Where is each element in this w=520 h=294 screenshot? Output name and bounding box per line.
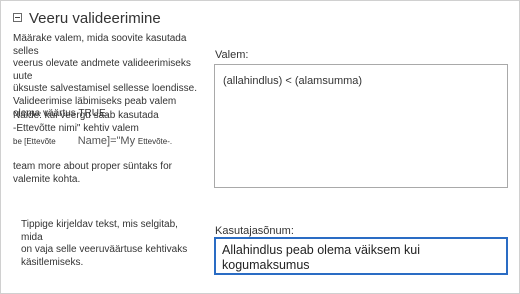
section-title: Veeru valideerimine [29,10,161,27]
example-line: Näide: kui veergu saab kasutada [13,110,159,121]
description-line: üksuste salvestamisel sellesse loendisse… [13,83,197,94]
learn-more-line: team more about proper süntaks for [13,161,172,172]
example-suffix: Ettevõte-. [137,137,173,146]
example-prefix: be [Ettevõte [13,137,56,146]
learn-more-text: team more about proper süntaks for valem… [13,161,208,186]
column-validation-panel: Veeru valideerimine Määrake valem, mida … [0,0,520,294]
example-formula: Name]="My [77,135,136,147]
message-hint: Tippige kirjeldav tekst, mis selgitab, m… [21,219,201,269]
message-hint-line: on vaja selle veeruväärtuse kehtivaks [21,244,188,255]
message-hint-line: käsitlemiseks. [21,256,84,268]
example-line: be [Ettevõte Name]="My Ettevõte-. [13,135,208,149]
collapse-minus-icon[interactable] [13,13,22,22]
message-hint-line: Tippige kirjeldav tekst, mis selgitab, m… [21,219,178,243]
user-message-label: Kasutajasõnum: [215,225,294,237]
formula-label: Valem: [215,49,249,61]
user-message-input[interactable]: Allahindlus peab olema väiksem kui kogum… [214,237,508,275]
description-line: Valideerimise läbimiseks peab valem [13,95,177,107]
example-text: Näide: kui veergu saab kasutada -Ettevõt… [13,110,208,149]
formula-input[interactable]: (allahindlus) < (alamsumma) [214,64,508,188]
learn-more-line: valemite kohta. [13,173,81,185]
description-line: Määrake valem, mida soovite kasutada sel… [13,33,187,57]
formula-description: Määrake valem, mida soovite kasutada sel… [13,33,208,121]
description-line: veerus olevate andmete valideerimiseks u… [13,58,191,82]
example-line: -Ettevõtte nimi" kehtiv valem [13,122,139,134]
